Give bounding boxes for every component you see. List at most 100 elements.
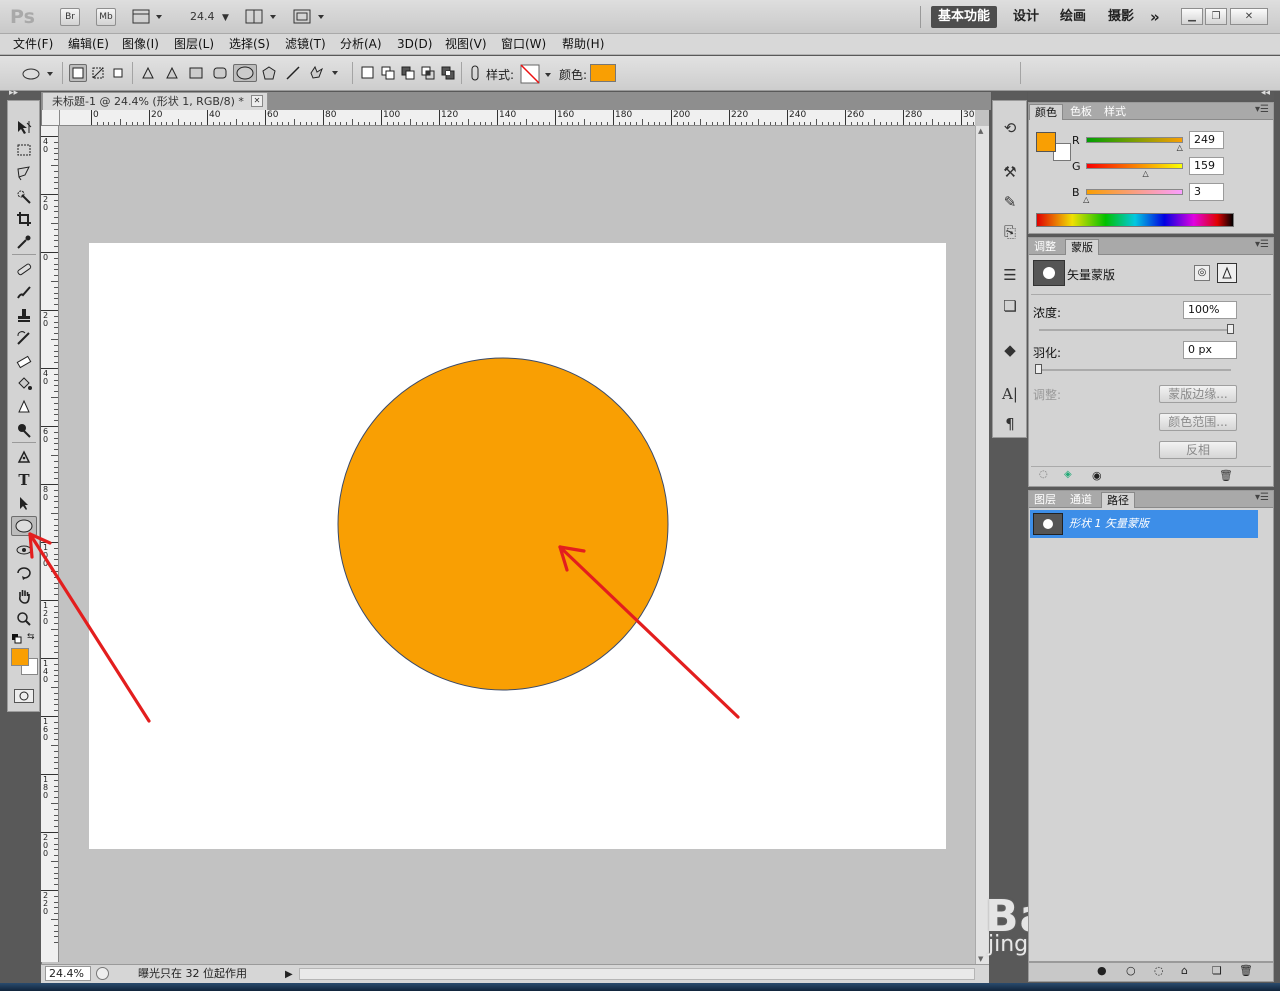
line-option[interactable]	[284, 64, 302, 82]
scroll-down-icon[interactable]: ▼	[978, 955, 983, 963]
exclude-overlapping-shape-areas[interactable]	[439, 64, 457, 82]
scroll-up-icon[interactable]: ▲	[978, 127, 983, 135]
r-value-field[interactable]: 249	[1189, 131, 1224, 149]
healing-brush-tool-icon[interactable]	[11, 259, 37, 279]
tab-color[interactable]: 颜色	[1029, 104, 1063, 120]
tab-styles[interactable]: 样式	[1099, 104, 1131, 120]
color-range-button[interactable]: 颜色范围...	[1159, 413, 1237, 431]
panel-menu-icon[interactable]: ▾☰	[1255, 492, 1269, 503]
b-value-field[interactable]: 3	[1189, 183, 1224, 201]
restore-icon[interactable]: ❐	[1205, 8, 1227, 25]
r-slider[interactable]	[1086, 137, 1183, 143]
apply-mask-icon[interactable]: ◈	[1064, 469, 1072, 480]
r-slider-thumb[interactable]: △	[1177, 143, 1183, 152]
density-field[interactable]: 100%	[1183, 301, 1237, 319]
blur-tool-icon[interactable]	[11, 397, 37, 417]
load-path-as-selection-icon[interactable]: ◌	[1154, 964, 1164, 977]
freeform-pen-option[interactable]	[163, 64, 181, 82]
bridge-button[interactable]: Br	[60, 8, 80, 26]
visibility-eye-icon[interactable]: ◉	[1092, 469, 1102, 482]
vector-mask-icon[interactable]	[1217, 263, 1237, 283]
path-list-item[interactable]: 形状 1 矢量蒙版	[1030, 510, 1258, 538]
mask-edge-button[interactable]: 蒙版边缘...	[1159, 385, 1237, 403]
default-colors-icon[interactable]	[12, 633, 22, 644]
pen-tool-icon[interactable]	[11, 447, 37, 467]
menu-filter[interactable]: 滤镜(T)	[285, 36, 326, 53]
subtract-from-shape-area[interactable]	[399, 64, 417, 82]
g-slider-thumb[interactable]: △	[1143, 169, 1149, 178]
move-tool-icon[interactable]	[11, 117, 37, 137]
menu-window[interactable]: 窗口(W)	[501, 36, 546, 53]
b-slider[interactable]	[1086, 189, 1183, 195]
menu-edit[interactable]: 编辑(E)	[68, 36, 109, 53]
actions-panel-icon[interactable]: ⚒	[999, 161, 1021, 183]
feather-slider[interactable]	[1039, 369, 1231, 371]
3d-orbit-tool-icon[interactable]	[11, 563, 37, 583]
color-spectrum-ramp[interactable]	[1036, 213, 1234, 227]
character-panel-icon[interactable]: A|	[999, 383, 1021, 405]
horizontal-ruler[interactable]: 0 20 40 60 80 100 120 140 160 180 200 220 240 260 280 3…	[60, 110, 975, 126]
marquee-tool-icon[interactable]	[11, 140, 37, 160]
status-icon[interactable]	[96, 967, 109, 980]
tool-preset-picker[interactable]	[20, 66, 56, 82]
custom-shape-option[interactable]	[307, 64, 339, 82]
b-slider-thumb[interactable]: △	[1083, 195, 1089, 204]
pixel-mask-icon[interactable]: ◎	[1194, 265, 1210, 281]
paragraph-panel-icon[interactable]: ¶	[999, 413, 1021, 435]
quick-mask-icon[interactable]	[14, 689, 34, 703]
document-tab[interactable]: 未标题-1 @ 24.4% (形状 1, RGB/8) * ✕	[42, 92, 268, 110]
zoom-tool-icon[interactable]	[11, 609, 37, 629]
link-layer-style-icon[interactable]	[466, 64, 484, 82]
invert-button[interactable]: 反相	[1159, 441, 1237, 459]
tab-layers[interactable]: 图层	[1029, 492, 1061, 508]
menu-layer[interactable]: 图层(L)	[174, 36, 214, 53]
vertical-ruler[interactable]: 4 0 2 0 0 2 0 4 0 6 0 8 0 1 0 0 1 2 0 1 4 0 1 6 0 1…	[41, 126, 59, 962]
screen-mode-button[interactable]	[293, 9, 327, 25]
menu-analysis[interactable]: 分析(A)	[340, 36, 382, 53]
mini-bridge-button[interactable]: Mb	[96, 8, 116, 26]
rounded-rectangle-option[interactable]	[211, 64, 229, 82]
new-path-icon[interactable]: ❏	[1212, 964, 1222, 977]
ellipse-option[interactable]	[233, 64, 257, 82]
swap-colors-icon[interactable]: ⇆	[27, 633, 37, 643]
delete-path-icon[interactable]: 🗑	[1239, 964, 1253, 977]
rectangle-option[interactable]	[187, 64, 205, 82]
history-brush-tool-icon[interactable]	[11, 328, 37, 348]
orange-circle-shape[interactable]	[336, 357, 670, 692]
panel-menu-icon[interactable]: ▾☰	[1255, 104, 1269, 115]
ellipse-tool-icon[interactable]	[11, 516, 37, 536]
load-selection-icon[interactable]: ◌	[1039, 469, 1048, 480]
menu-view[interactable]: 视图(V)	[445, 36, 487, 53]
tab-masks[interactable]: 蒙版	[1065, 239, 1099, 255]
3d-panel-icon[interactable]: ◆	[999, 339, 1021, 361]
info-panel-icon[interactable]: ☰	[999, 264, 1021, 286]
workspace-design[interactable]: 设计	[1006, 6, 1046, 28]
horizontal-scrollbar[interactable]	[299, 968, 975, 980]
eyedropper-tool-icon[interactable]	[11, 232, 37, 252]
menu-select[interactable]: 选择(S)	[229, 36, 270, 53]
workspace-painting[interactable]: 绘画	[1053, 6, 1093, 28]
arrange-documents-button[interactable]	[245, 9, 279, 25]
tab-paths[interactable]: 路径	[1101, 492, 1135, 508]
shape-color-swatch[interactable]	[590, 64, 616, 82]
clone-stamp-tool-icon[interactable]	[11, 305, 37, 325]
vertical-scrollbar[interactable]: ▲ ▼	[975, 126, 989, 964]
menu-help[interactable]: 帮助(H)	[562, 36, 604, 53]
ruler-origin[interactable]	[42, 110, 60, 126]
zoom-level-menu[interactable]: 24.4 ▼	[190, 10, 229, 23]
stroke-path-icon[interactable]: ○	[1126, 964, 1136, 977]
history-panel-icon[interactable]: ⟲	[999, 117, 1021, 139]
close-icon[interactable]: ✕	[1230, 8, 1268, 25]
3d-rotate-tool-icon[interactable]	[11, 540, 37, 560]
quick-selection-tool-icon[interactable]	[11, 186, 37, 206]
notes-panel-icon[interactable]: ❏	[999, 295, 1021, 317]
paths-mode-button[interactable]	[89, 64, 107, 82]
shape-layers-button[interactable]	[69, 64, 87, 82]
feather-slider-thumb[interactable]	[1035, 364, 1042, 374]
vector-mask-thumbnail[interactable]	[1033, 260, 1065, 286]
status-zoom-field[interactable]: 24.4%	[45, 966, 91, 981]
clone-source-icon[interactable]: ⎘	[999, 221, 1021, 243]
menu-3d[interactable]: 3D(D)	[397, 36, 432, 53]
pen-tool-option[interactable]	[139, 64, 157, 82]
density-slider[interactable]	[1039, 329, 1231, 331]
